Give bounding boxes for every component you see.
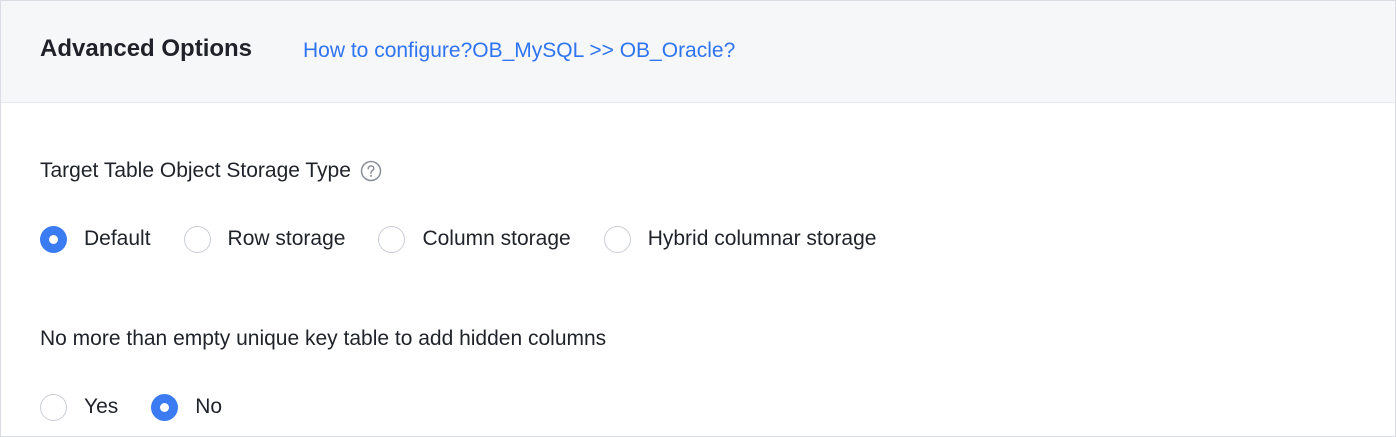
radio-button-checked[interactable] (151, 393, 179, 421)
storage-type-label: Target Table Object Storage Type (40, 159, 351, 182)
hidden-columns-label-row: No more than empty unique key table to a… (40, 325, 606, 353)
panel-title: Advanced Options (40, 35, 253, 62)
storage-type-radio-group: Default Row storage Column storage Hybri… (40, 225, 909, 253)
panel-header: Advanced Options How to configure?OB_MyS… (1, 1, 1395, 103)
radio-label: No (195, 395, 223, 418)
radio-button-checked[interactable] (40, 225, 67, 253)
radio-no[interactable]: No (151, 393, 222, 421)
radio-default[interactable]: Default (40, 225, 151, 253)
radio-label: Column storage (422, 227, 571, 250)
radio-label: Yes (84, 395, 119, 418)
radio-row-storage[interactable]: Row storage (183, 225, 346, 253)
advanced-options-panel: Advanced Options How to configure?OB_MyS… (0, 0, 1396, 437)
radio-hybrid-columnar-storage[interactable]: Hybrid columnar storage (603, 225, 877, 253)
radio-yes[interactable]: Yes (40, 393, 118, 421)
question-circle-icon[interactable] (360, 160, 382, 182)
radio-label: Row storage (227, 227, 346, 250)
how-to-configure-link[interactable]: How to configure?OB_MySQL >> OB_Oracle? (303, 37, 735, 65)
radio-button[interactable] (378, 225, 406, 253)
hidden-columns-label: No more than empty unique key table to a… (40, 327, 607, 350)
radio-button[interactable] (40, 393, 67, 421)
hidden-columns-radio-group: Yes No (40, 393, 255, 421)
radio-column-storage[interactable]: Column storage (378, 225, 571, 253)
radio-label: Default (84, 227, 151, 250)
radio-button[interactable] (183, 225, 211, 253)
radio-button[interactable] (603, 225, 631, 253)
storage-type-label-row: Target Table Object Storage Type (40, 157, 382, 185)
radio-label: Hybrid columnar storage (647, 227, 877, 250)
